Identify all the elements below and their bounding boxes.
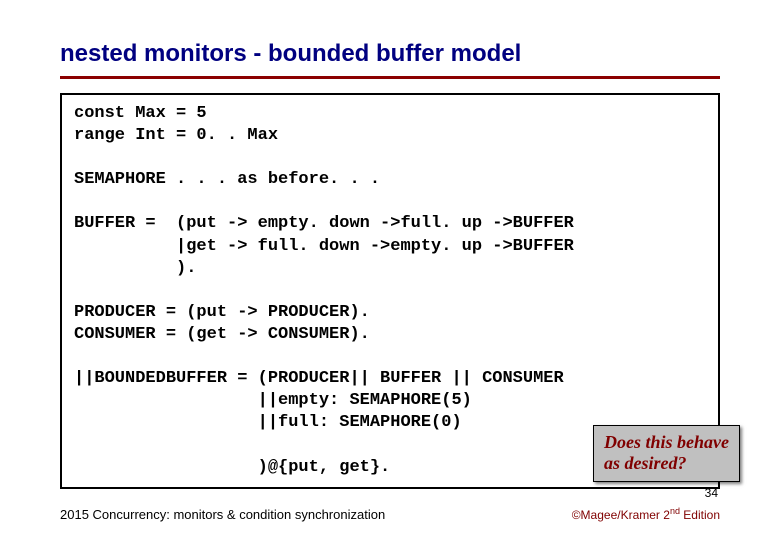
footer-edition-num: 2	[663, 508, 670, 522]
footer-copyright: ©Magee/Kramer	[572, 508, 664, 522]
footer-edition-suffix: nd	[670, 506, 680, 516]
footer-edition-word: Edition	[680, 508, 720, 522]
page-number: 34	[705, 486, 718, 500]
callout-box: Does this behave as desired?	[593, 425, 740, 482]
callout-line-1: Does this behave	[604, 432, 729, 454]
title-underline	[60, 76, 720, 79]
footer-right: ©Magee/Kramer 2nd Edition	[572, 506, 720, 522]
footer-left: 2015 Concurrency: monitors & condition s…	[60, 507, 385, 522]
callout-line-2: as desired?	[604, 453, 729, 475]
slide-title: nested monitors - bounded buffer model	[60, 40, 720, 68]
